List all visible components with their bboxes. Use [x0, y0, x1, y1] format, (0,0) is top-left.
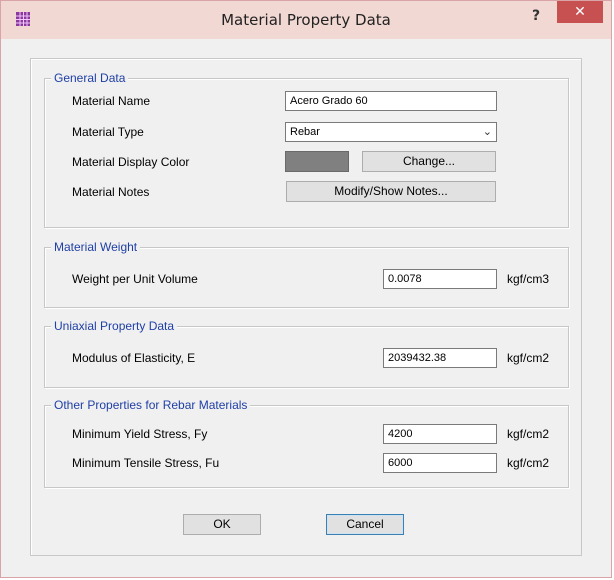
uniaxial-property-group: Uniaxial Property Data Modulus of Elasti…	[44, 319, 569, 388]
display-color-label: Material Display Color	[72, 155, 190, 169]
change-color-button[interactable]: Change...	[362, 151, 496, 172]
min-tensile-stress-label: Minimum Tensile Stress, Fu	[72, 456, 220, 470]
weight-per-volume-label: Weight per Unit Volume	[72, 272, 198, 286]
material-property-dialog: Material Property Data ? ✕ General Data …	[0, 0, 612, 578]
modify-notes-button[interactable]: Modify/Show Notes...	[286, 181, 496, 202]
weight-per-volume-input[interactable]: 0.0078	[383, 269, 497, 289]
modulus-elasticity-label: Modulus of Elasticity, E	[72, 351, 196, 365]
yield-unit-label: kgf/cm2	[507, 427, 550, 441]
material-weight-group: Material Weight Weight per Unit Volume 0…	[44, 240, 569, 308]
modulus-elasticity-input[interactable]: 2039432.38	[383, 348, 497, 368]
material-type-select[interactable]: Rebar ⌄	[285, 122, 497, 142]
material-type-value: Rebar	[290, 126, 320, 138]
material-name-input[interactable]: Acero Grado 60	[285, 91, 497, 111]
group-title-general: General Data	[51, 71, 129, 85]
group-title-weight: Material Weight	[51, 240, 141, 254]
dialog-client-area: General Data Material Name Acero Grado 6…	[8, 39, 604, 571]
min-tensile-stress-input[interactable]: 6000	[383, 453, 497, 473]
display-color-swatch	[285, 151, 349, 172]
weight-unit-label: kgf/cm3	[507, 272, 550, 286]
group-title-rebar: Other Properties for Rebar Materials	[51, 398, 251, 412]
cancel-button[interactable]: Cancel	[326, 514, 404, 535]
group-title-uniaxial: Uniaxial Property Data	[51, 319, 178, 333]
tensile-unit-label: kgf/cm2	[507, 456, 550, 470]
general-data-group: General Data Material Name Acero Grado 6…	[44, 71, 569, 228]
min-yield-stress-label: Minimum Yield Stress, Fy	[72, 427, 208, 441]
min-yield-stress-input[interactable]: 4200	[383, 424, 497, 444]
title-bar[interactable]: Material Property Data ? ✕	[1, 1, 611, 39]
close-button[interactable]: ✕	[557, 1, 603, 23]
ok-button[interactable]: OK	[183, 514, 261, 535]
chevron-down-icon: ⌄	[482, 126, 492, 138]
modulus-unit-label: kgf/cm2	[507, 351, 550, 365]
rebar-properties-group: Other Properties for Rebar Materials Min…	[44, 398, 569, 488]
material-name-label: Material Name	[72, 94, 151, 108]
properties-panel: General Data Material Name Acero Grado 6…	[30, 58, 582, 556]
material-notes-label: Material Notes	[72, 185, 150, 199]
material-type-label: Material Type	[72, 125, 144, 139]
window-title: Material Property Data	[221, 11, 391, 29]
help-button[interactable]: ?	[526, 6, 546, 26]
